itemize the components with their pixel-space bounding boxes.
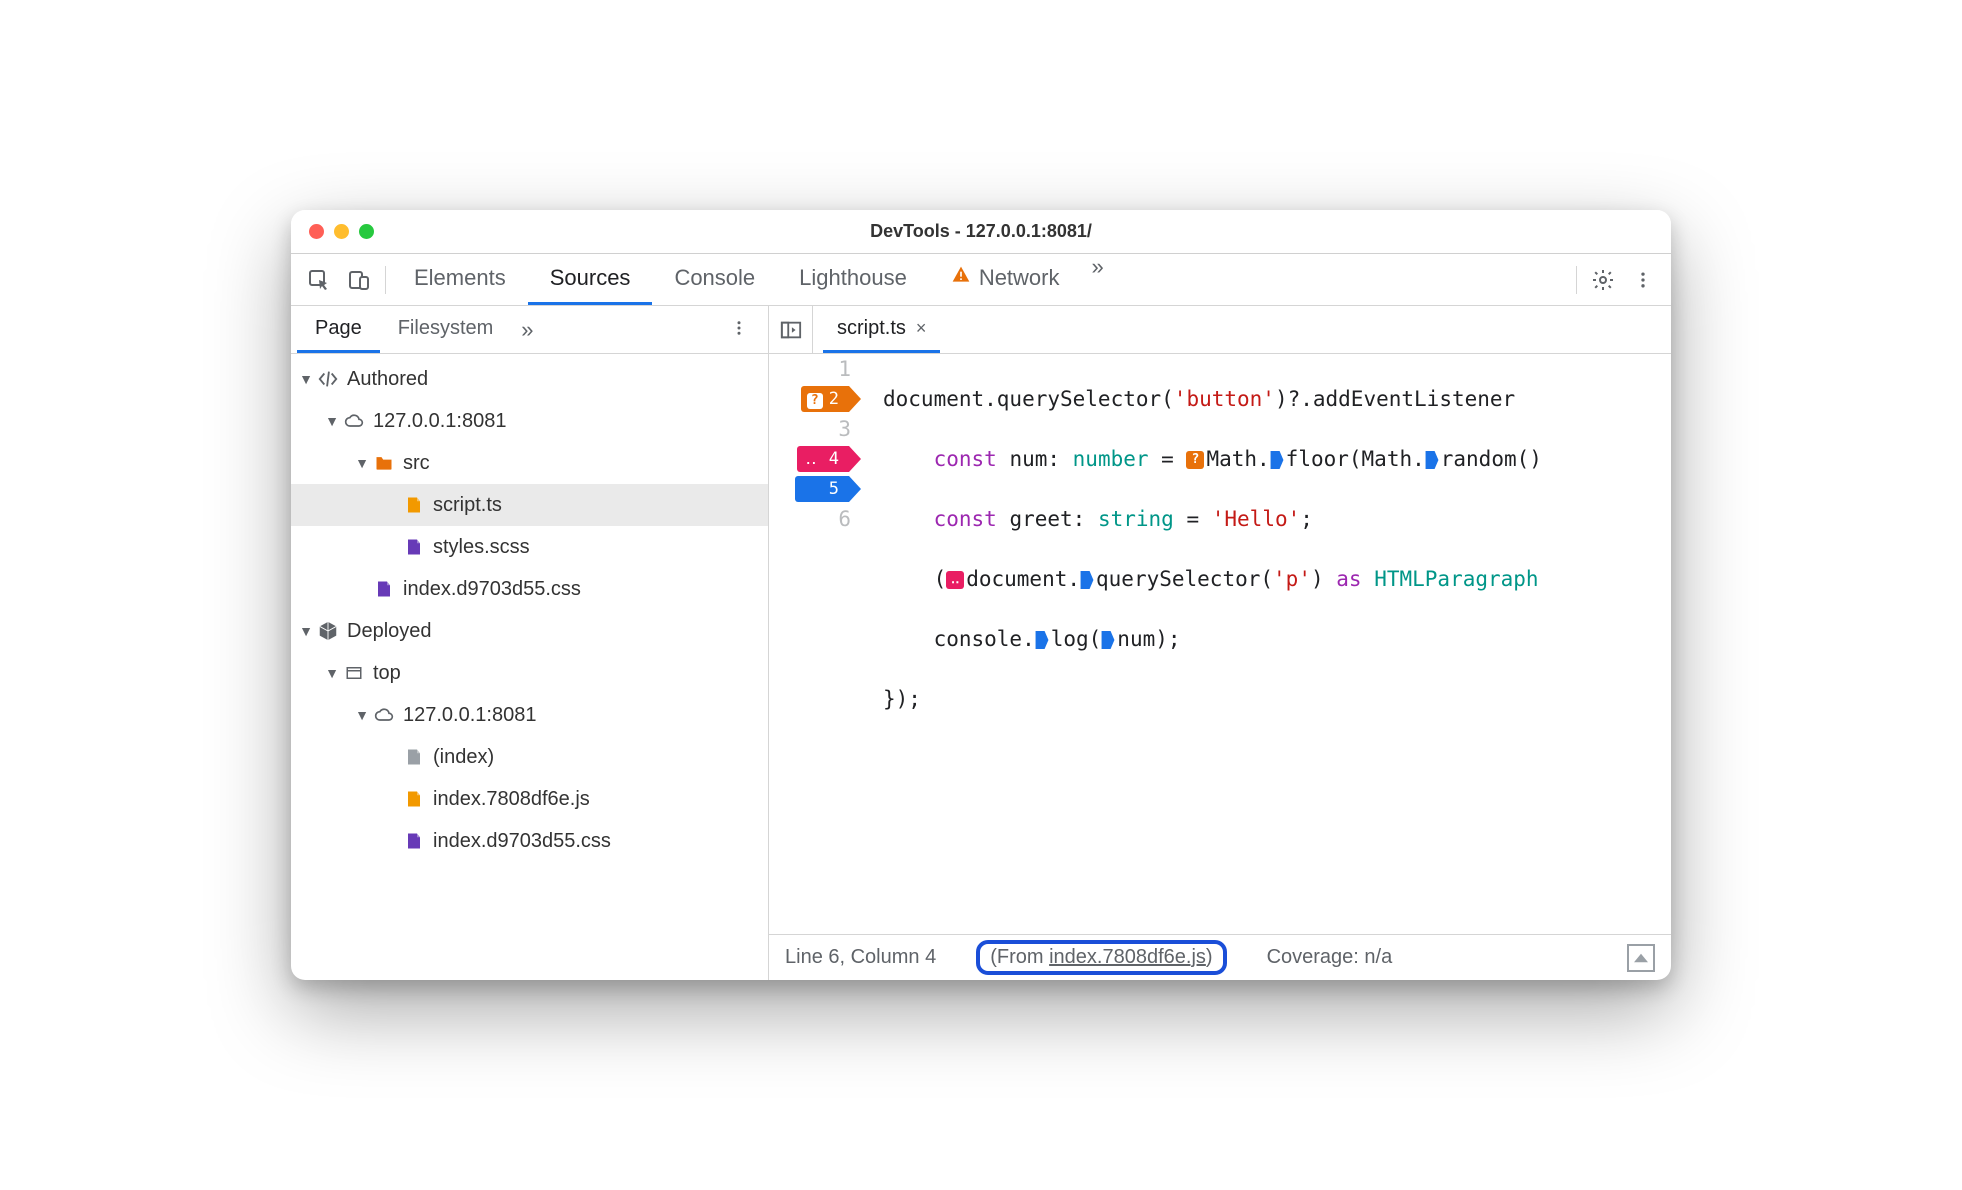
inspect-element-icon[interactable] [299,260,339,300]
tree-host[interactable]: ▼ 127.0.0.1:8081 [291,400,768,442]
cloud-icon [371,705,397,725]
tree-label: 127.0.0.1:8081 [373,410,506,433]
code-content[interactable]: document.querySelector('button')?.addEve… [865,354,1671,934]
file-tabs: script.ts × [769,306,1671,354]
cloud-icon [341,411,367,431]
css-file-icon [401,536,427,558]
tab-sources[interactable]: Sources [528,254,653,305]
inline-breakpoint-conditional-icon[interactable]: ? [1186,451,1204,469]
sourcemap-origin[interactable]: (From index.7808df6e.js) [976,940,1226,975]
tab-lighthouse[interactable]: Lighthouse [777,254,929,305]
tree-host-deployed[interactable]: ▼ 127.0.0.1:8081 [291,694,768,736]
breakpoint-logpoint-icon[interactable]: ‥4 [797,446,861,472]
code-brackets-icon [315,368,341,390]
navigator-tabs: Page Filesystem » [291,306,768,354]
folder-icon [371,453,397,473]
tree-label: src [403,452,430,475]
editor-panel: script.ts × 1 ? 2 3 ‥4 [769,306,1671,980]
settings-icon[interactable] [1583,260,1623,300]
disclosure-triangle-icon: ▼ [353,455,371,471]
file-tab-label: script.ts [837,317,906,340]
nav-tab-page[interactable]: Page [297,306,380,353]
disclosure-triangle-icon: ▼ [323,665,341,681]
disclosure-triangle-icon: ▼ [323,413,341,429]
js-file-icon [401,494,427,516]
tree-label: 127.0.0.1:8081 [403,704,536,727]
tree-file-index-css-deployed[interactable]: index.d9703d55.css [291,820,768,862]
file-tab-script-ts[interactable]: script.ts × [823,306,940,353]
breakpoint-icon[interactable]: 5 [795,476,861,502]
toolbar-separator [1576,266,1577,294]
kebab-menu-icon[interactable] [1623,260,1663,300]
tree-label: Deployed [347,620,432,643]
close-tab-icon[interactable]: × [916,318,927,339]
window-title: DevTools - 127.0.0.1:8081/ [291,221,1671,242]
disclosure-triangle-icon: ▼ [297,371,315,387]
file-tree: ▼ Authored ▼ 127.0.0.1:8081 ▼ src [291,354,768,980]
tree-label: index.d9703d55.css [403,578,581,601]
tree-label: top [373,662,401,685]
breakpoint-conditional-icon[interactable]: ? 2 [801,386,861,412]
main-toolbar: Elements Sources Console Lighthouse Netw… [291,254,1671,306]
devtools-window: DevTools - 127.0.0.1:8081/ Elements Sour… [291,210,1671,980]
tab-elements[interactable]: Elements [392,254,528,305]
code-editor[interactable]: 1 ? 2 3 ‥4 5 [769,354,1671,934]
sourcemap-link[interactable]: index.7808df6e.js [1049,946,1206,968]
status-bar: Line 6, Column 4 (From index.7808df6e.js… [769,934,1671,980]
tree-group-authored[interactable]: ▼ Authored [291,358,768,400]
nav-tabs-overflow-button[interactable]: » [511,317,543,343]
inline-breakpoint-marker-icon[interactable] [1080,571,1094,589]
inline-breakpoint-marker-icon[interactable] [1270,451,1284,469]
tree-label: (index) [433,746,494,769]
device-toolbar-icon[interactable] [339,260,379,300]
tree-file-styles-scss[interactable]: styles.scss [291,526,768,568]
warning-icon [951,265,971,291]
tabs-overflow-button[interactable]: » [1082,254,1114,305]
inline-breakpoint-marker-icon[interactable] [1035,631,1049,649]
tree-label: styles.scss [433,536,530,559]
navigator-panel: Page Filesystem » ▼ Authored ▼ 127.0.0.1… [291,306,769,980]
cursor-position: Line 6, Column 4 [785,946,936,969]
titlebar: DevTools - 127.0.0.1:8081/ [291,210,1671,254]
document-icon [401,746,427,768]
tree-folder-src[interactable]: ▼ src [291,442,768,484]
tree-file-index-js[interactable]: index.7808df6e.js [291,778,768,820]
nav-more-icon[interactable] [716,317,762,343]
tree-group-deployed[interactable]: ▼ Deployed [291,610,768,652]
show-drawer-icon[interactable] [1627,944,1655,972]
inline-breakpoint-logpoint-icon[interactable]: ‥ [946,571,964,589]
tree-file-index[interactable]: (index) [291,736,768,778]
inline-breakpoint-marker-icon[interactable] [1425,451,1439,469]
navigator-toggle-icon[interactable] [769,306,813,354]
tab-console[interactable]: Console [652,254,777,305]
cube-icon [315,620,341,642]
panel-tabs: Elements Sources Console Lighthouse Netw… [392,254,1114,305]
inline-breakpoint-marker-icon[interactable] [1101,631,1115,649]
tree-file-index-css-authored[interactable]: index.d9703d55.css [291,568,768,610]
tree-label: index.7808df6e.js [433,788,590,811]
css-file-icon [371,578,397,600]
tree-label: Authored [347,368,428,391]
toolbar-separator [385,266,386,294]
tree-label: index.d9703d55.css [433,830,611,853]
line-number: 1 [838,354,851,384]
tree-frame-top[interactable]: ▼ top [291,652,768,694]
disclosure-triangle-icon: ▼ [353,707,371,723]
line-number: 6 [838,504,851,534]
js-file-icon [401,788,427,810]
coverage-status: Coverage: n/a [1267,946,1393,969]
css-file-icon [401,830,427,852]
tree-label: script.ts [433,494,502,517]
nav-tab-filesystem[interactable]: Filesystem [380,306,512,353]
tree-file-script-ts[interactable]: script.ts [291,484,768,526]
disclosure-triangle-icon: ▼ [297,623,315,639]
tab-network[interactable]: Network [929,254,1082,305]
frame-icon [341,664,367,682]
gutter[interactable]: 1 ? 2 3 ‥4 5 [769,354,865,934]
line-number: 3 [838,414,851,444]
